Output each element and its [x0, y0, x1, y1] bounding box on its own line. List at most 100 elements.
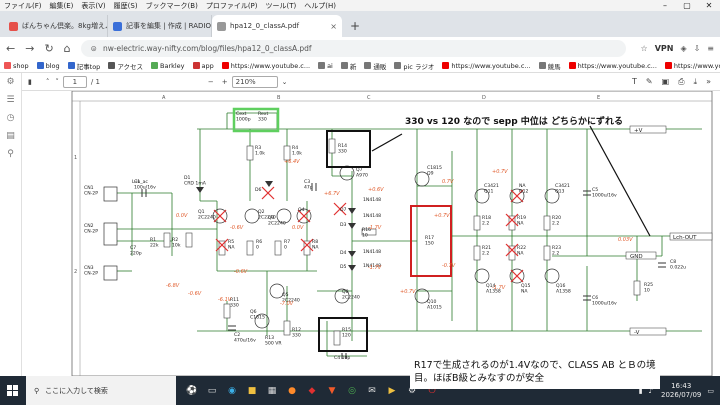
pdf-page-canvas: A B C D E 1 2 +V -V GND Lch-OUT C1 100u/…: [22, 91, 720, 376]
file-explorer-icon[interactable]: ■: [242, 381, 262, 401]
download-icon[interactable]: ⇩: [694, 44, 701, 53]
menu-help[interactable]: ヘルプ(H): [304, 1, 336, 11]
col-label: B: [277, 95, 281, 101]
page-number-input[interactable]: 1: [62, 75, 87, 88]
bookmark-item[interactable]: shop: [4, 62, 29, 70]
part-label-d4: D4: [340, 250, 347, 256]
maximize-icon[interactable]: ▢: [676, 1, 698, 10]
vpn-button[interactable]: VPN: [655, 44, 674, 53]
home-icon[interactable]: ⌂: [64, 42, 71, 55]
bookmark-item[interactable]: 記事top: [67, 61, 100, 71]
zoom-in-icon[interactable]: +: [222, 78, 228, 86]
clock[interactable]: 16:43 2026/07/09: [661, 382, 701, 400]
tab-close-icon[interactable]: ×: [330, 22, 337, 31]
menu-view[interactable]: 表示(V): [81, 1, 105, 11]
bookmark-item[interactable]: ai: [318, 62, 333, 70]
settings-icon[interactable]: ⚙: [0, 73, 21, 91]
bookmark-favicon-icon: [364, 62, 372, 69]
menu-icon[interactable]: ≡: [707, 44, 714, 53]
edge-browser-icon[interactable]: ◉: [222, 381, 242, 401]
bookmark-item[interactable]: 競馬: [538, 61, 561, 71]
brave-icon[interactable]: ▼: [322, 381, 342, 401]
star-icon[interactable]: ☆: [641, 44, 648, 53]
minimize-icon[interactable]: –: [654, 1, 676, 10]
part-label-d7: D7: [340, 207, 347, 213]
more-icon[interactable]: »: [706, 77, 711, 86]
tab-edit-article[interactable]: 記事を編集 | 作成 | RADIO KITS×: [108, 15, 212, 37]
bookmark-item[interactable]: pic ラジオ: [394, 61, 434, 71]
bookmark-label: Barkley: [160, 61, 185, 70]
bookmark-item[interactable]: https://www.youtube.c...: [568, 62, 657, 70]
bookmark-item[interactable]: https://www.youtube.c...: [664, 62, 720, 70]
thumbnail-icon[interactable]: ▤: [0, 127, 21, 145]
media-icon[interactable]: ▶: [382, 381, 402, 401]
outline-icon[interactable]: ☰: [0, 91, 21, 109]
tab-pdf[interactable]: hpa12_0_classA.pdf ×: [212, 15, 342, 37]
bookmark-label: 競馬: [547, 62, 561, 71]
print-icon[interactable]: ⎙: [678, 77, 684, 87]
prev-page-icon[interactable]: ˄: [46, 78, 50, 86]
menu-profile[interactable]: プロファイル(P): [206, 1, 258, 11]
menu-tools[interactable]: ツール(T): [266, 1, 297, 11]
windows-start-icon[interactable]: [0, 376, 26, 405]
soccer-ball-icon[interactable]: ⚽: [182, 381, 202, 401]
link-icon[interactable]: ⚲: [0, 145, 21, 163]
tab-blog[interactable]: ばんちゃん倶楽。8kg増えムッチリ'ぶ×: [4, 15, 108, 37]
part-label-r22: R22 NA: [517, 245, 526, 257]
reload-icon[interactable]: ↻: [44, 42, 53, 55]
part-label-d1: D1 CRD 1mA: [184, 175, 207, 187]
taskbar-search-input[interactable]: ⚲ ここに入力して検索: [26, 376, 176, 405]
task-view-icon[interactable]: ▭: [202, 381, 222, 401]
part-label-r19: R19 NA: [517, 215, 526, 227]
sidebar-toggle-icon[interactable]: ▮: [28, 78, 32, 86]
voltage-label: -1.7V: [368, 265, 382, 271]
voltage-label: +0.7V: [400, 289, 416, 295]
bookmark-item[interactable]: アクセス: [108, 61, 143, 71]
bookmark-item[interactable]: 新: [340, 61, 356, 71]
save-icon[interactable]: ⤓: [694, 77, 698, 87]
zoom-out-icon[interactable]: −: [208, 78, 214, 86]
bookmark-item[interactable]: https://www.youtube.c...: [442, 62, 531, 70]
new-tab-button[interactable]: +: [342, 15, 368, 37]
bookmark-item[interactable]: app: [192, 62, 214, 70]
bookmark-favicon-icon: [340, 62, 348, 69]
shield-icon[interactable]: ◆: [302, 381, 322, 401]
clock-date: 2026/07/09: [661, 390, 702, 399]
chrome-icon[interactable]: ◎: [342, 381, 362, 401]
url-field[interactable]: ⊜ nw-electric.way-nifty.com/blog/files/h…: [80, 39, 626, 57]
image-icon[interactable]: ▣: [662, 77, 670, 86]
bookmark-item[interactable]: 通販: [364, 61, 386, 71]
annotation-top-note: 330 vs 120 なので sepp 中位は どちらかにずれる: [405, 115, 623, 127]
gnd-label: GND: [630, 254, 643, 260]
menu-edit[interactable]: 編集(E): [50, 1, 74, 11]
zoom-select[interactable]: 210%: [231, 75, 278, 88]
draw-icon[interactable]: ✎: [646, 77, 653, 86]
bookmark-item[interactable]: https://www.youtube.c...: [221, 62, 310, 70]
firefox-icon[interactable]: ●: [282, 381, 302, 401]
part-label-r3: R3 1.0k: [255, 145, 265, 157]
part-label-r5: R5 NA: [228, 239, 235, 251]
close-icon[interactable]: ✕: [698, 1, 720, 10]
url-text: nw-electric.way-nifty.com/blog/files/hpa…: [102, 43, 312, 53]
bookmark-item[interactable]: Barkley: [151, 62, 185, 70]
text-tool-icon[interactable]: T: [632, 77, 637, 86]
next-page-icon[interactable]: ˅: [55, 78, 59, 86]
extension-icon[interactable]: ◈: [680, 44, 686, 53]
mail-icon[interactable]: ✉: [362, 381, 382, 401]
notification-icon[interactable]: ▭: [707, 387, 714, 395]
store-icon[interactable]: ▦: [262, 381, 282, 401]
forward-icon[interactable]: →: [25, 42, 34, 55]
history-icon[interactable]: ◷: [0, 109, 21, 127]
part-label-dt1: 1N4148: [363, 197, 381, 203]
site-info-icon[interactable]: ⊜: [91, 44, 97, 53]
menu-file[interactable]: ファイル(F): [4, 1, 42, 11]
tab-favicon-icon: [113, 21, 122, 31]
menu-history[interactable]: 履歴(S): [114, 1, 138, 11]
menu-bar: ファイル(F) 編集(E) 表示(V) 履歴(S) ブックマーク(B) プロファ…: [0, 0, 720, 11]
part-label-cn3: CN3 CN-2P: [84, 265, 98, 277]
connector-cn3: [103, 265, 118, 281]
back-icon[interactable]: ←: [6, 42, 15, 55]
menu-bookmarks[interactable]: ブックマーク(B): [146, 1, 198, 11]
bookmark-item[interactable]: blog: [36, 62, 60, 70]
chevron-down-icon[interactable]: ⌄: [282, 78, 288, 86]
